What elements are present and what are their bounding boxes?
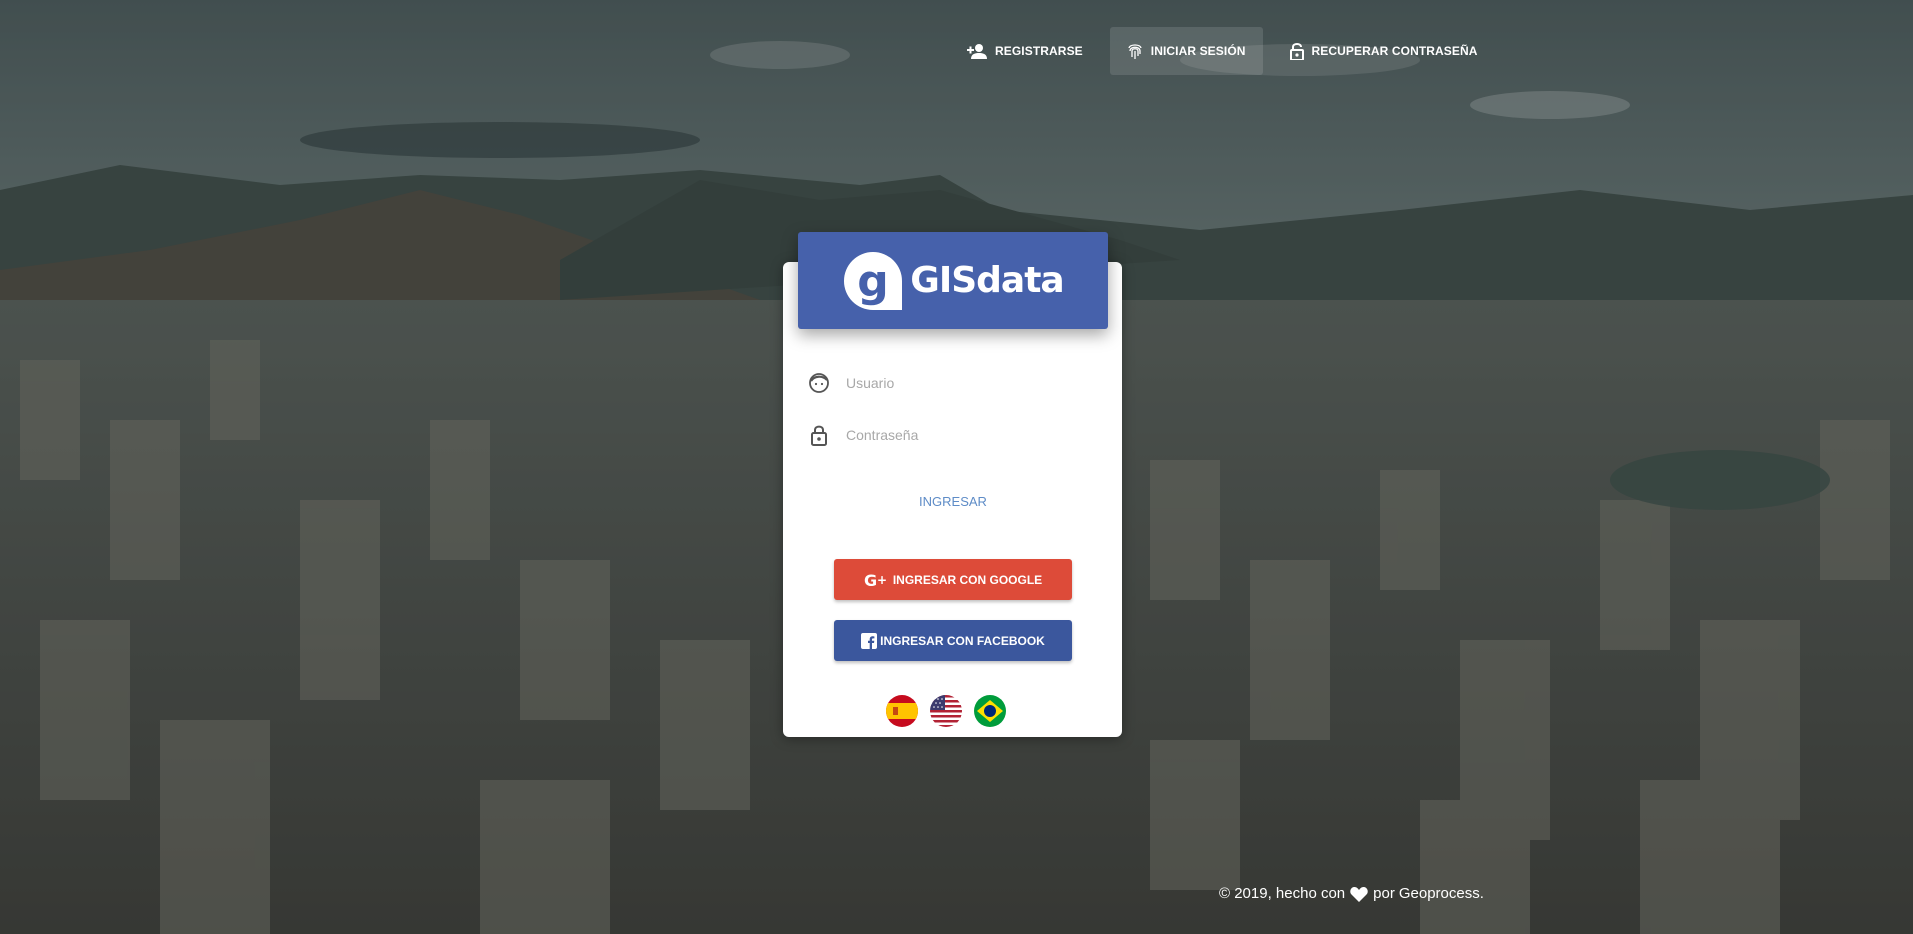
google-plus-icon: G + [864, 572, 890, 588]
footer-company-link[interactable]: Geoprocess. [1399, 885, 1484, 902]
flag-usa-icon[interactable] [930, 695, 962, 727]
heart-icon [1350, 886, 1368, 902]
svg-text:g: g [858, 256, 890, 307]
svg-text:G: G [864, 572, 877, 588]
nav-register-label: REGISTRARSE [995, 44, 1083, 58]
password-field [808, 417, 1098, 454]
language-selector [886, 695, 1018, 727]
footer: © 2019, hecho con por Geoprocess. [1219, 885, 1484, 902]
password-input[interactable] [844, 426, 1078, 444]
nav-recover-label: RECUPERAR CONTRASEÑA [1311, 44, 1478, 58]
card-header: g GISdata [798, 232, 1108, 329]
nav-login-label: INICIAR SESIÓN [1150, 44, 1246, 58]
svg-text:+: + [877, 573, 887, 587]
facebook-login-label: INGRESAR CON FACEBOOK [880, 633, 1045, 648]
google-login-button[interactable]: G + INGRESAR CON GOOGLE [834, 559, 1072, 600]
gisdata-logo-icon: g [844, 251, 903, 310]
facebook-icon [861, 632, 878, 649]
username-input[interactable] [844, 374, 1078, 392]
footer-by: por [1373, 885, 1395, 902]
flag-spain-icon[interactable] [886, 695, 918, 727]
google-login-label: INGRESAR CON GOOGLE [892, 572, 1043, 587]
facebook-login-button[interactable]: INGRESAR CON FACEBOOK [834, 620, 1072, 661]
flag-brazil-icon[interactable] [974, 695, 1006, 727]
nav-register[interactable]: REGISTRARSE [950, 27, 1100, 75]
nav-login[interactable]: INICIAR SESIÓN [1109, 27, 1263, 75]
lock-icon [811, 425, 827, 446]
logo-text: GISdata [910, 260, 1064, 301]
top-nav: REGISTRARSE INICIAR SESIÓN RECUPERAR CON… [950, 27, 1505, 77]
submit-button[interactable]: INGRESAR [853, 488, 1053, 514]
footer-copyright: © 2019, hecho con [1219, 885, 1346, 902]
nav-recover-password[interactable]: RECUPERAR CONTRASEÑA [1273, 27, 1495, 75]
fingerprint-icon [1128, 44, 1142, 59]
person-add-icon [967, 44, 987, 59]
face-icon [809, 373, 829, 393]
lock-open-icon [1289, 43, 1304, 60]
username-field [808, 365, 1098, 402]
